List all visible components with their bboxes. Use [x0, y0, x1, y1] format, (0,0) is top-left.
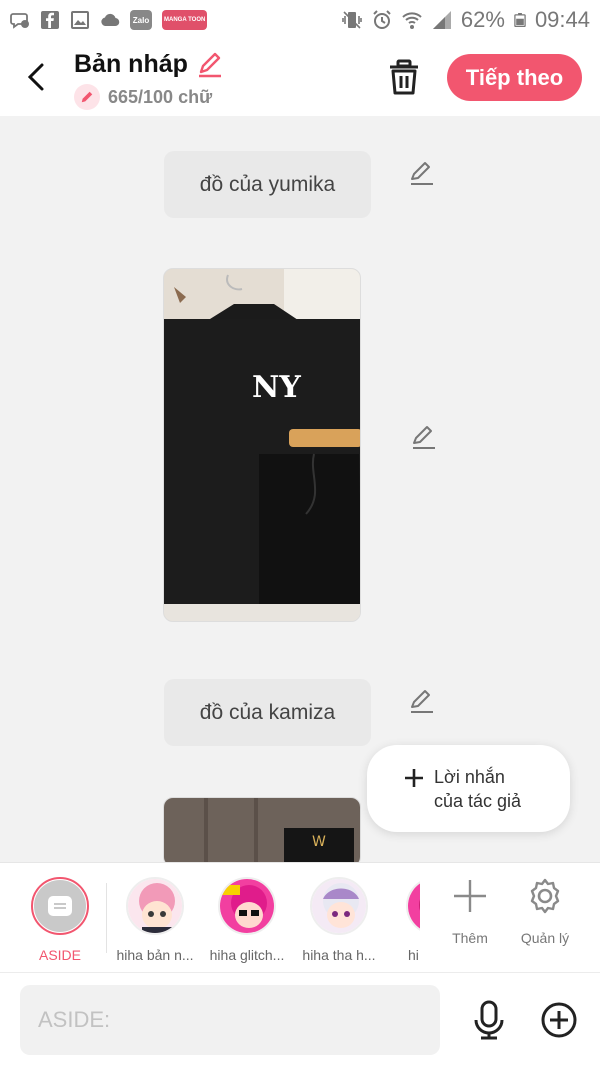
- character-hiha-glitch[interactable]: hiha glitch...: [202, 877, 292, 963]
- aside-avatar: [31, 877, 89, 935]
- author-note-line1: Lời nhắn: [434, 767, 505, 787]
- plus-icon: [405, 769, 423, 787]
- svg-text:W: W: [312, 834, 326, 850]
- character-bar: ASIDE hiha bản n... hiha glitch... hiha …: [0, 862, 600, 972]
- svg-text:NY: NY: [252, 370, 301, 405]
- clock: 09:44: [534, 7, 590, 32]
- avatar: [406, 877, 420, 935]
- edit-photo-icon[interactable]: [410, 423, 438, 451]
- signal-icon: [432, 11, 451, 29]
- zalo-icon: Zalo: [130, 10, 152, 30]
- trash-icon[interactable]: [387, 58, 421, 96]
- input-bar: [0, 972, 600, 1067]
- plus-icon: [454, 880, 486, 912]
- pencil-icon: [74, 84, 100, 110]
- editor-header: Bản nháp 665/100 chữ Tiếp theo: [0, 40, 600, 116]
- character-partial[interactable]: hi: [386, 877, 420, 963]
- character-aside[interactable]: ASIDE: [15, 877, 105, 963]
- status-bar: Zalo MANGA TOON 62% 09:44: [0, 0, 600, 40]
- microphone-icon[interactable]: [470, 1000, 508, 1040]
- aside-message[interactable]: đồ của kamiza: [164, 679, 371, 746]
- page-title[interactable]: Bản nháp: [74, 50, 224, 79]
- word-counter: 665/100 chữ: [74, 84, 212, 110]
- character-label: hiha tha h...: [302, 947, 376, 963]
- vibrate-icon: [342, 11, 362, 29]
- next-button[interactable]: Tiếp theo: [447, 54, 582, 101]
- add-label: Thêm: [452, 930, 488, 946]
- cloud-icon: [100, 10, 120, 30]
- black-outfit-photo: NY: [164, 269, 360, 621]
- draft-title-text: Bản nháp: [74, 50, 188, 78]
- alarm-icon: [373, 10, 391, 29]
- author-note-button[interactable]: Lời nhắn của tác giả: [367, 745, 570, 832]
- message-icon: [48, 896, 72, 916]
- character-label: ASIDE: [38, 947, 81, 963]
- message-text: đồ của yumika: [199, 172, 336, 196]
- back-arrow-icon[interactable]: [22, 60, 52, 94]
- battery-icon: [514, 13, 526, 27]
- edit-message-icon[interactable]: [408, 159, 436, 187]
- author-note-line2: của tác giả: [434, 791, 522, 811]
- word-count-text: 665/100 chữ: [108, 86, 213, 107]
- message-input[interactable]: [20, 985, 440, 1055]
- gear-icon: [530, 878, 560, 914]
- messenger-icon: [10, 10, 30, 30]
- avatar: [126, 877, 184, 935]
- avatar: [218, 877, 276, 935]
- gallery-icon: [70, 10, 90, 30]
- aside-message[interactable]: đồ của yumika: [164, 151, 371, 218]
- manage-characters-button[interactable]: Quản lý: [509, 877, 581, 946]
- battery-percent: 62%: [460, 7, 505, 32]
- add-character-button[interactable]: Thêm: [434, 877, 506, 946]
- character-label: hiha glitch...: [209, 947, 285, 963]
- edit-message-icon[interactable]: [408, 687, 436, 715]
- photo-message[interactable]: NY: [163, 268, 361, 622]
- photo-message[interactable]: W: [163, 797, 361, 867]
- avatar: [310, 877, 368, 935]
- facebook-icon: [40, 10, 60, 30]
- character-label: hiha bản n...: [116, 947, 194, 963]
- character-hiha-ban[interactable]: hiha bản n...: [110, 877, 200, 963]
- character-hiha-tha[interactable]: hiha tha h...: [294, 877, 384, 963]
- manage-label: Quản lý: [520, 930, 570, 946]
- outfit-photo-partial: W: [164, 798, 360, 866]
- wifi-icon: [402, 12, 422, 29]
- edit-title-icon[interactable]: [196, 51, 224, 79]
- mangatoon-icon: MANGA TOON: [162, 10, 208, 30]
- add-media-icon[interactable]: [540, 1001, 578, 1039]
- character-label: hi: [408, 947, 419, 963]
- message-text: đồ của kamiza: [199, 700, 336, 724]
- divider: [106, 883, 107, 953]
